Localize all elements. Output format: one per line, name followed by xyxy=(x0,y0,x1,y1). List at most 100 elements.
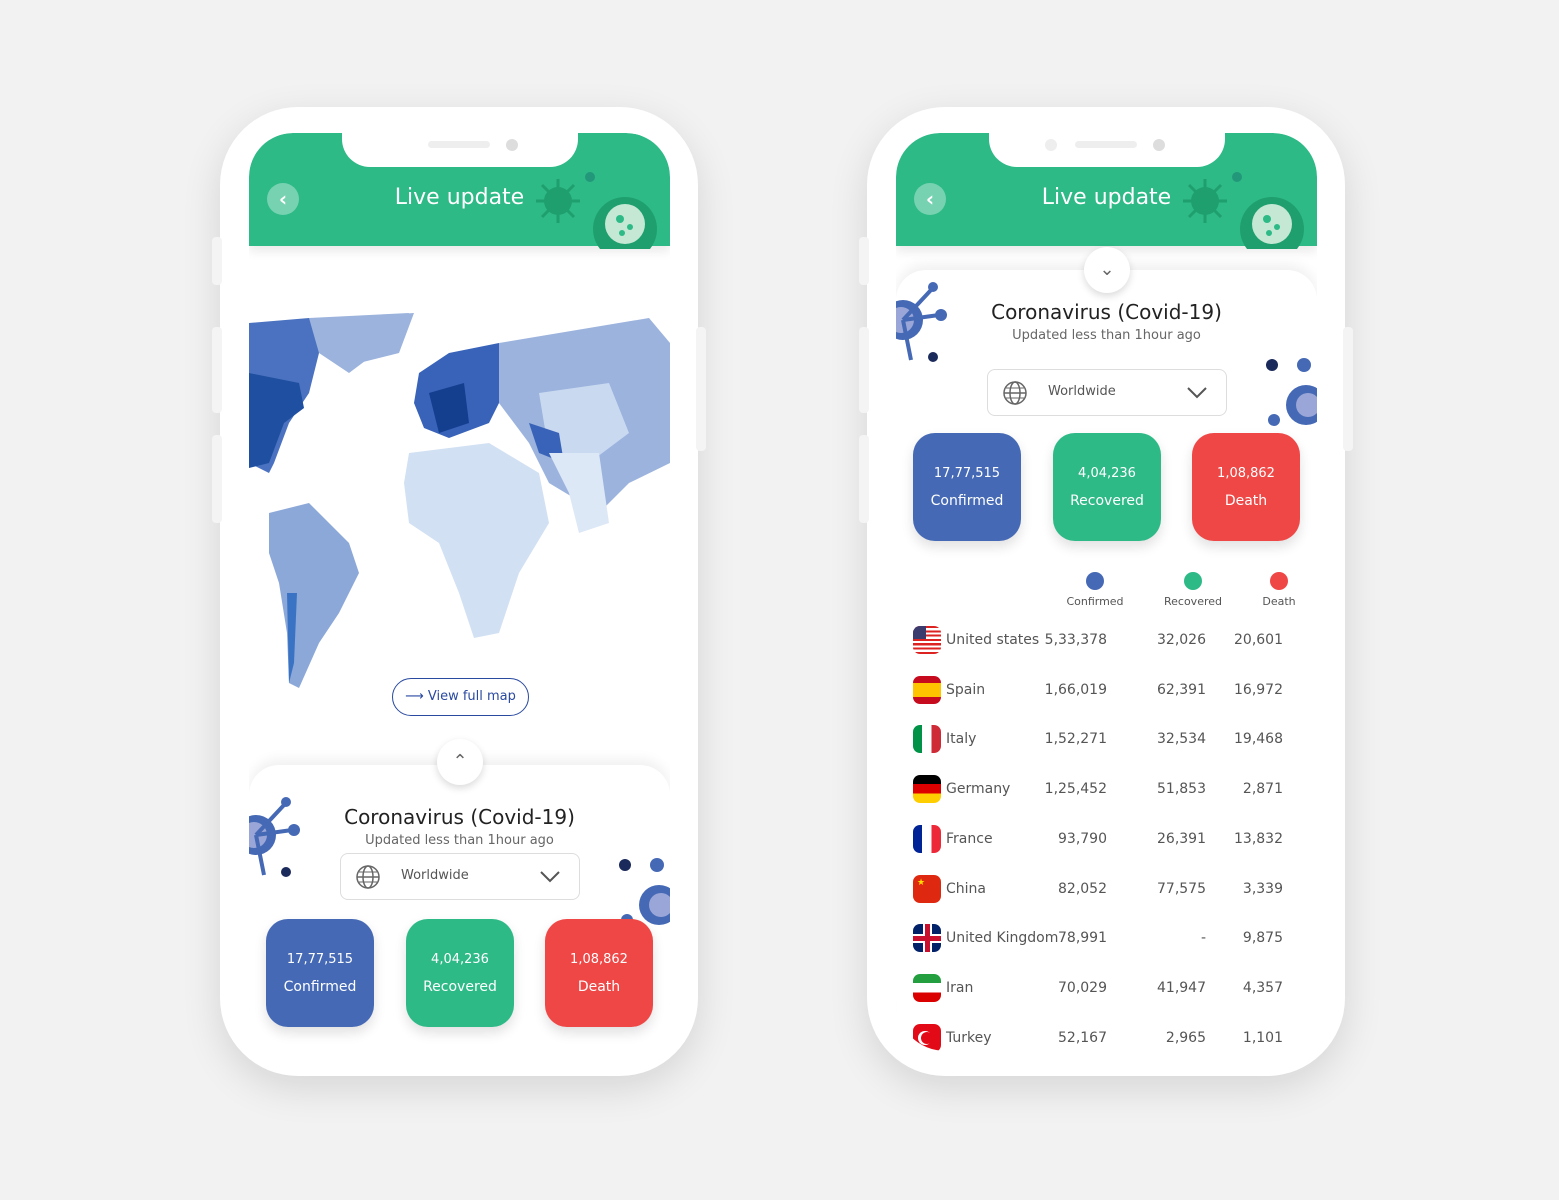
table-row[interactable]: ★ China 82,052 77,575 3,339 xyxy=(913,874,1303,905)
table-row[interactable]: Iran 70,029 41,947 4,357 xyxy=(913,973,1303,1004)
death-value: 3,339 xyxy=(1242,880,1283,897)
confirmed-count: 17,77,515 xyxy=(933,466,1001,481)
region-select[interactable]: Worldwide xyxy=(340,853,580,900)
map-europe xyxy=(414,343,509,438)
phone-side-button xyxy=(859,237,869,285)
legend-death: Death xyxy=(1234,572,1317,608)
header: ‹ Live update xyxy=(896,133,1317,249)
confirmed-value: 1,52,271 xyxy=(1044,731,1107,748)
legend-label: Death xyxy=(1262,595,1296,608)
death-value: 19,468 xyxy=(1234,731,1283,748)
confirmed-label: Confirmed xyxy=(283,979,357,995)
region-select[interactable]: Worldwide xyxy=(987,369,1227,416)
country-name: United states xyxy=(946,632,1040,648)
world-map[interactable] xyxy=(249,313,670,698)
summary-card: ⌃ Coronavirus (Covid-19) Updated less th… xyxy=(249,739,670,1051)
region-select-value: Worldwide xyxy=(401,868,469,883)
recovered-value: 77,575 xyxy=(1157,880,1206,897)
death-value: 4,357 xyxy=(1242,979,1283,996)
collapse-down-button[interactable]: ⌄ xyxy=(1084,247,1130,293)
screen: ‹ Live update ⟶ View full map ⌃ Coronavi… xyxy=(249,133,670,1051)
country-name: China xyxy=(946,880,986,897)
summary-title: Coronavirus (Covid-19) xyxy=(991,300,1222,324)
country-name: Iran xyxy=(946,979,974,996)
flag-ir-icon xyxy=(913,973,941,1002)
country-name: Italy xyxy=(946,731,977,748)
recovered-value: 26,391 xyxy=(1157,830,1206,847)
table-row[interactable]: Germany 1,25,452 51,853 2,871 xyxy=(913,775,1303,805)
map-south-america xyxy=(269,503,359,688)
chevron-down-icon xyxy=(1187,387,1207,399)
recovered-label: Recovered xyxy=(423,979,497,995)
header: ‹ Live update xyxy=(249,133,670,249)
chevron-down-icon xyxy=(540,871,560,883)
death-value: 2,871 xyxy=(1242,781,1283,798)
death-count: 1,08,862 xyxy=(570,952,628,967)
country-name: Spain xyxy=(946,681,986,698)
death-stat-card[interactable]: 1,08,862 Death xyxy=(1192,433,1300,541)
phone-side-button xyxy=(212,237,222,285)
death-value: 9,875 xyxy=(1242,930,1283,947)
country-name: Turkey xyxy=(946,1029,992,1046)
flag-de-icon xyxy=(913,775,941,804)
arrow-right-icon: ⟶ xyxy=(405,689,424,704)
death-label: Death xyxy=(1224,493,1268,509)
legend-label: Confirmed xyxy=(1066,595,1124,608)
view-full-map-label: View full map xyxy=(427,689,516,704)
summary-subtitle: Updated less than 1hour ago xyxy=(1012,328,1201,343)
flag-fr-icon xyxy=(913,824,941,853)
flag-tr-icon xyxy=(913,1023,941,1051)
table-row[interactable]: United states 5,33,378 32,026 20,601 xyxy=(913,626,1303,656)
recovered-value: 2,965 xyxy=(1165,1029,1206,1046)
table-row[interactable]: France 93,790 26,391 13,832 xyxy=(913,824,1303,855)
recovered-count: 4,04,236 xyxy=(1078,466,1136,481)
confirmed-value: 70,029 xyxy=(1058,979,1107,996)
death-count: 1,08,862 xyxy=(1217,466,1275,481)
chevron-up-icon: ⌃ xyxy=(452,751,468,772)
screen: ‹ Live update ⌄ Coronavirus (Covid-19) U… xyxy=(896,133,1317,1051)
confirmed-value: 1,66,019 xyxy=(1044,681,1107,698)
globe-icon xyxy=(356,865,380,889)
confirmed-value: 5,33,378 xyxy=(1044,632,1107,648)
confirmed-value: 82,052 xyxy=(1058,880,1107,897)
death-stat-card[interactable]: 1,08,862 Death xyxy=(545,919,653,1027)
recovered-value: 62,391 xyxy=(1157,681,1206,698)
country-name: Germany xyxy=(946,781,1011,798)
recovered-value: 51,853 xyxy=(1157,781,1206,798)
death-value: 1,101 xyxy=(1242,1029,1283,1046)
recovered-stat-card[interactable]: 4,04,236 Recovered xyxy=(1053,433,1161,541)
death-dot-icon xyxy=(1270,572,1288,590)
recovered-count: 4,04,236 xyxy=(431,952,489,967)
summary-subtitle: Updated less than 1hour ago xyxy=(365,833,554,848)
confirmed-dot-icon xyxy=(1086,572,1104,590)
phone-map-screen: ‹ Live update ⟶ View full map ⌃ Coronavi… xyxy=(212,107,706,1076)
confirmed-stat-card[interactable]: 17,77,515 Confirmed xyxy=(266,919,374,1027)
phone-side-button xyxy=(212,435,222,523)
death-value: 16,972 xyxy=(1234,681,1283,698)
phone-side-button xyxy=(859,435,869,523)
flag-it-icon xyxy=(913,725,941,754)
phone-side-button xyxy=(859,327,869,413)
confirmed-stat-card[interactable]: 17,77,515 Confirmed xyxy=(913,433,1021,541)
expand-up-button[interactable]: ⌃ xyxy=(437,739,483,785)
confirmed-label: Confirmed xyxy=(930,493,1004,509)
confirmed-value: 52,167 xyxy=(1058,1029,1107,1046)
table-row[interactable]: Spain 1,66,019 62,391 16,972 xyxy=(913,675,1303,706)
virus-decoration-icon xyxy=(1183,172,1304,249)
confirmed-value: 78,991 xyxy=(1058,930,1107,947)
recovered-stat-card[interactable]: 4,04,236 Recovered xyxy=(406,919,514,1027)
death-value: 13,832 xyxy=(1234,830,1283,847)
table-row[interactable]: United Kingdom 78,991 - 9,875 xyxy=(913,924,1303,954)
phone-side-button xyxy=(696,327,706,451)
recovered-label: Recovered xyxy=(1070,493,1144,509)
death-label: Death xyxy=(577,979,621,995)
flag-es-icon xyxy=(913,675,941,704)
recovered-value: 41,947 xyxy=(1157,979,1206,996)
country-name: France xyxy=(946,830,993,847)
view-full-map-button[interactable]: ⟶ View full map xyxy=(392,678,529,716)
map-africa xyxy=(404,443,549,638)
death-value: 20,601 xyxy=(1234,632,1283,648)
table-row[interactable]: Turkey 52,167 2,965 1,101 xyxy=(913,1023,1303,1051)
table-row[interactable]: Italy 1,52,271 32,534 19,468 xyxy=(913,725,1303,755)
recovered-value: - xyxy=(1200,930,1206,947)
